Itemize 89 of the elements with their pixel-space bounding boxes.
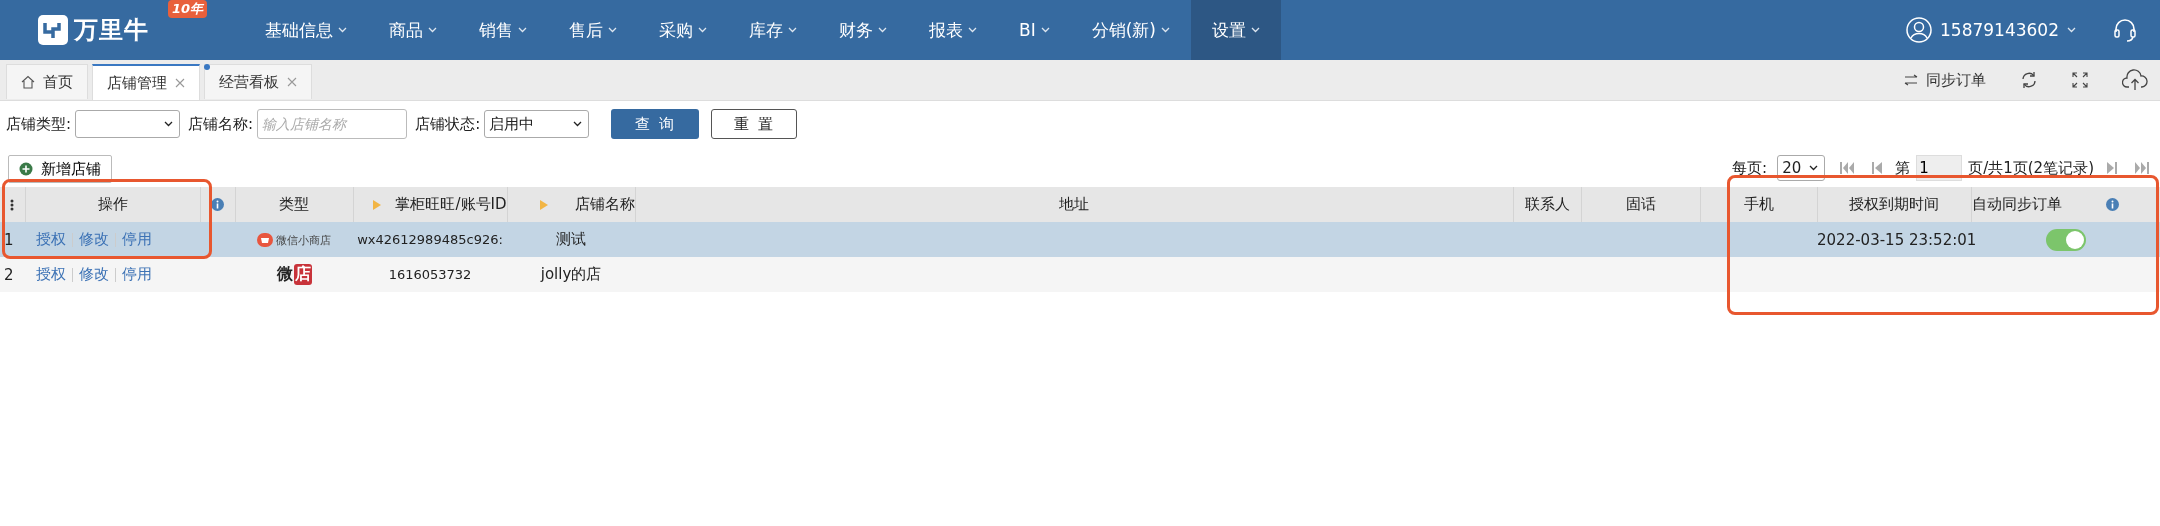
page-tab[interactable]: 店铺管理 (92, 64, 200, 100)
caret-icon (1040, 27, 1050, 33)
headset-icon (2112, 17, 2138, 43)
nav-menu-item[interactable]: 分销(新) (1070, 0, 1191, 60)
logo-text: 万里牛 (74, 15, 149, 46)
nav-menu-item[interactable]: 库存 (728, 0, 818, 60)
action-link[interactable]: 修改 (73, 230, 115, 248)
column-header: 类型 (279, 195, 309, 214)
user-menu[interactable]: 15879143602 (1906, 17, 2076, 43)
sync-orders-button[interactable]: 同步订单 (1904, 70, 1986, 90)
caret-icon (1809, 165, 1819, 171)
filter-label: 店铺名称: (188, 114, 254, 134)
caret-icon (2067, 27, 2076, 33)
nav-menu-item[interactable]: 财务 (818, 0, 908, 60)
table-cell: jolly的店 (540, 265, 602, 283)
filter-label: 店铺类型: (6, 114, 72, 134)
table-row[interactable]: 1 授权 修改 停用 微信小商店 wx42612989485c926: 测试 2022-03-15 23:52:01 (0, 222, 2160, 257)
reset-button[interactable]: 重 置 (711, 109, 798, 139)
nav-menu-item[interactable]: 设置 (1190, 0, 1281, 60)
nav-menu-item[interactable]: 报表 (908, 0, 998, 60)
row-number: 1 (4, 230, 14, 249)
action-link[interactable]: 授权 (30, 265, 72, 283)
caret-icon (518, 27, 527, 33)
page-tab[interactable]: 首页 (6, 64, 88, 99)
caret-icon (1160, 27, 1170, 33)
last-page-icon[interactable] (2134, 161, 2150, 175)
swap-arrows-icon (1904, 74, 1918, 86)
caret-icon (878, 27, 887, 33)
action-link[interactable]: 授权 (30, 230, 72, 248)
toggle-switch[interactable] (2045, 228, 2086, 251)
caret-icon (968, 27, 977, 33)
table-cell: wx42612989485c926: (357, 232, 503, 247)
column-header: 手机 (1743, 195, 1774, 214)
table-cell: 测试 (556, 230, 586, 248)
action-link[interactable]: 停用 (116, 230, 158, 248)
action-link[interactable]: 停用 (116, 265, 158, 283)
info-icon (211, 198, 224, 211)
column-header: 固话 (1625, 195, 1656, 214)
page-total: 页/共1页(2笔记录) (1968, 158, 2094, 178)
cloud-upload-icon[interactable] (2122, 69, 2148, 91)
column-header: 操作 (97, 195, 128, 214)
caret-icon (698, 27, 707, 33)
nav-menu-item[interactable]: BI (998, 0, 1071, 60)
caret-icon (164, 121, 174, 127)
caret-icon (338, 27, 347, 33)
page-tab[interactable]: 经营看板 (204, 64, 312, 99)
column-header: 自动同步订单 (1971, 195, 2062, 214)
nav-menu-item[interactable]: 商品 (368, 0, 458, 60)
dropdown[interactable]: 启用中 (484, 110, 590, 138)
search-button[interactable]: 查 询 (611, 109, 700, 139)
caret-icon (573, 121, 583, 127)
text-field[interactable]: 输入店铺名称 (257, 109, 408, 139)
nav-menu-item[interactable]: 销售 (458, 0, 548, 60)
page-label: 第 (1895, 158, 1911, 178)
table-cell: 1616053732 (388, 267, 472, 282)
nav-menu-item[interactable]: 采购 (638, 0, 728, 60)
column-header: 联系人 (1524, 195, 1570, 214)
caret-icon (788, 27, 797, 33)
store-type-logo: 微信小商店 (257, 232, 331, 248)
caret-icon (608, 27, 617, 33)
caret-icon (428, 27, 437, 33)
logo-icon (38, 15, 68, 45)
column-header: 地址 (1059, 195, 1089, 214)
first-page-icon[interactable] (1839, 161, 1856, 175)
anniversary-badge: 10年 (168, 0, 208, 18)
fullscreen-icon[interactable] (2072, 72, 2088, 88)
shop-icon (257, 233, 273, 247)
nav-menu-item[interactable]: 基础信息 (244, 0, 368, 60)
refresh-icon[interactable] (2020, 71, 2038, 89)
column-header: 授权到期时间 (1849, 195, 1939, 214)
store-type-logo: 微店 (276, 264, 312, 285)
table-cell: 2022-03-15 23:52:01 (1817, 230, 1977, 249)
nav-menu-item[interactable]: 售后 (548, 0, 638, 60)
column-header: 掌柜旺旺/账号ID (395, 195, 507, 214)
filter-label: 店铺状态: (415, 114, 481, 134)
column-header: 店铺名称 (574, 195, 635, 214)
row-number: 2 (4, 265, 14, 284)
action-link[interactable]: 修改 (73, 265, 115, 283)
close-icon (287, 77, 297, 87)
close-icon (175, 78, 185, 88)
per-page-label: 每页: (1732, 158, 1768, 178)
dropdown[interactable] (75, 110, 181, 138)
drag-handle-icon (10, 198, 15, 211)
next-page-icon[interactable] (2104, 161, 2120, 175)
plus-circle-icon (19, 162, 33, 176)
table-row[interactable]: 2 授权 修改 停用 微店 1616053732 jolly的店 (0, 257, 2160, 292)
user-icon (1906, 17, 1932, 43)
home-icon (21, 75, 35, 89)
caret-icon (1250, 27, 1260, 33)
